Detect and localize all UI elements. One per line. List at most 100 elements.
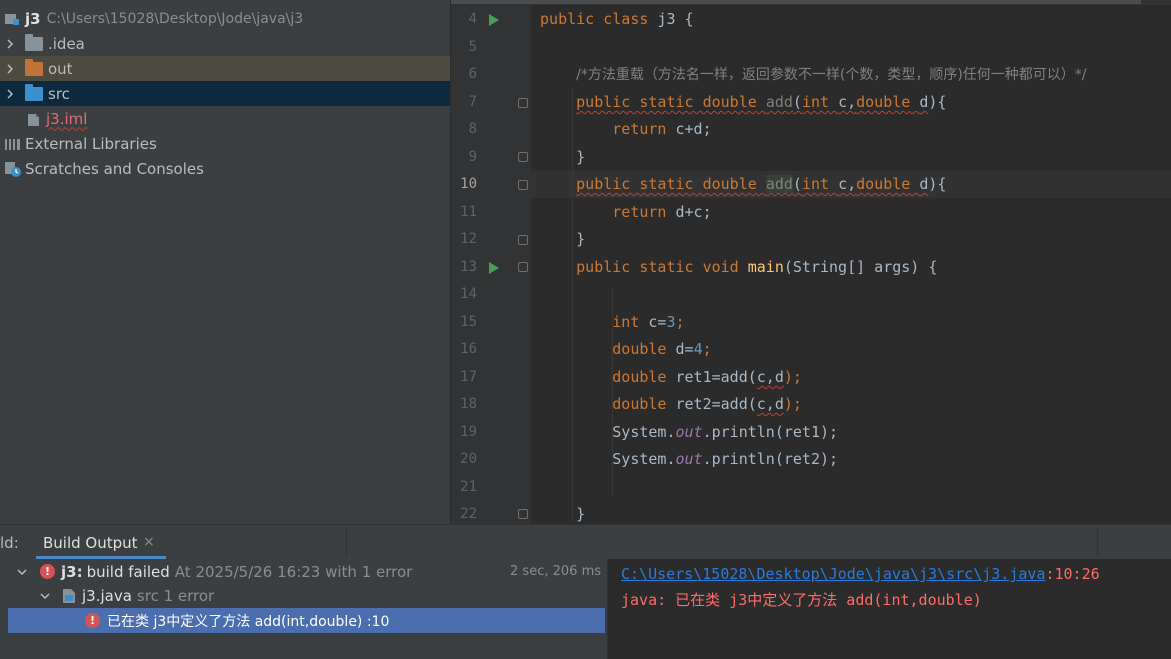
fold-icon[interactable] [518,235,528,245]
line-number: 17 [460,369,477,385]
code-line-6: /*方法重载（方法名一样，返回参数不一样(个数，类型，顺序)任何一种都可以）*/ [576,67,1087,83]
fold-icon[interactable] [518,509,528,519]
chevron-down-icon[interactable] [14,564,30,580]
line-number: 9 [468,149,477,165]
location-suffix: :10:26 [1045,565,1100,583]
build-tool-header: ld: Build Output × [0,524,1171,559]
fold-icon[interactable] [518,152,528,162]
horizontal-scrollbar[interactable] [451,0,1171,5]
line-number: 13 [460,259,477,275]
line-number: 22 [460,506,477,522]
code-line-17: double ret1=add(c,d); [612,368,802,386]
tree-item-label: src [48,84,70,103]
folder-orange-icon [25,58,43,76]
line-number: 15 [460,314,477,330]
code-line-10: public static double add(int c,double d)… [576,175,947,193]
project-panel: j3 C:\Users\15028\Desktop\Jode\java\j3 .… [0,0,450,524]
tree-item-iml[interactable]: j3.iml [0,106,450,131]
scratches-icon [4,160,22,178]
line-number: 12 [460,231,477,247]
code-line-19: System.out.println(ret1); [612,423,839,441]
build-status: build failed [86,562,170,581]
tab-build-output[interactable]: Build Output × [36,525,166,560]
line-number: 7 [468,94,477,110]
folder-icon [25,33,43,51]
build-tree: ! j3: build failed At 2025/5/26 16:23 wi… [0,559,607,659]
code-line-8: return c+d; [612,120,712,138]
code-line-15: int c=3; [612,313,685,331]
build-error-message: 已在类 j3中定义了方法 add(int,double) :10 [107,613,390,630]
header-divider [1097,528,1098,557]
chevron-right-icon[interactable] [2,86,18,102]
build-output-console[interactable]: C:\Users\15028\Desktop\Jode\java\j3\src\… [607,559,1171,659]
root-path: C:\Users\15028\Desktop\Jode\java\j3 [46,10,304,27]
tree-item-out[interactable]: out [0,56,450,81]
root-label: j3 [25,9,41,28]
line-number: 14 [460,286,477,302]
error-icon: ! [40,564,55,579]
line-number: 11 [460,204,477,220]
code-line-13: public static void main(String[] args) { [576,258,938,276]
tree-item-src[interactable]: src [0,81,450,106]
code-line-7: public static double add(int c,double d)… [576,93,947,111]
tree-root[interactable]: j3 C:\Users\15028\Desktop\Jode\java\j3 [0,6,450,31]
module-icon [4,11,20,27]
output-error-line: java: 已在类 j3中定义了方法 add(int,double) [621,591,982,609]
scrollbar-thumb[interactable] [451,0,1141,4]
tree-item-label: External Libraries [25,134,157,153]
line-number-current: 10 [460,176,477,192]
tree-item-label: j3.iml [46,109,88,128]
iml-file-icon [27,111,41,127]
error-icon: ! [85,613,100,628]
code-editor[interactable]: 4 5 6 7 8 9 10 11 12 13 14 15 16 17 18 1… [451,0,1171,524]
line-number: 8 [468,121,477,137]
build-file-row[interactable]: j3.java src 1 error [0,583,607,608]
run-main-icon[interactable] [489,262,499,274]
tree-item-label: .idea [48,34,85,53]
fold-icon[interactable] [518,262,528,272]
tree-item-scratches[interactable]: Scratches and Consoles [0,156,450,181]
file-location-link[interactable]: C:\Users\15028\Desktop\Jode\java\j3\src\… [621,565,1045,583]
line-number: 5 [468,39,477,55]
build-root-name: j3: [61,562,83,581]
line-number: 19 [460,424,477,440]
code-line-22: } [576,505,586,523]
tree-item-external-libraries[interactable]: External Libraries [0,131,450,156]
tool-window-title: ld: [0,534,19,552]
code-line-12: } [576,230,586,248]
code-line-11: return d+c; [612,203,712,221]
build-detail: At 2025/5/26 16:23 with 1 error [174,562,413,581]
chevron-right-icon[interactable] [2,61,18,77]
folder-blue-icon [25,83,43,101]
line-number: 18 [460,396,477,412]
code-line-20: System.out.println(ret2); [612,450,839,468]
build-time: 2 sec, 206 ms [510,564,601,579]
fold-icon[interactable] [518,180,528,190]
line-number: 21 [460,479,477,495]
java-file-icon [61,588,77,604]
line-number: 16 [460,341,477,357]
chevron-right-icon[interactable] [2,36,18,52]
run-class-icon[interactable] [489,14,499,26]
tree-item-label: Scratches and Consoles [25,159,204,178]
tree-item-label: out [48,59,73,78]
line-number: 4 [468,11,477,27]
tab-label: Build Output [43,534,138,552]
build-file-detail: src 1 error [136,586,215,605]
chevron-down-icon[interactable] [37,588,53,604]
header-divider [346,528,347,557]
library-icon [4,136,22,152]
build-error-row[interactable]: ! 已在类 j3中定义了方法 add(int,double) :10 [8,608,605,633]
code-line-4: public class j3 { [540,10,694,28]
output-location-line: C:\Users\15028\Desktop\Jode\java\j3\src\… [621,561,1100,587]
line-number: 6 [468,66,477,82]
fold-icon[interactable] [518,98,528,108]
code-line-9: } [576,148,586,166]
code-line-16: double d=4; [612,340,712,358]
code-line-18: double ret2=add(c,d); [612,395,802,413]
line-number: 20 [460,451,477,467]
tree-item-idea[interactable]: .idea [0,31,450,56]
close-icon[interactable]: × [143,534,155,550]
build-file-name: j3.java [82,586,132,605]
build-root-row[interactable]: ! j3: build failed At 2025/5/26 16:23 wi… [0,559,607,584]
